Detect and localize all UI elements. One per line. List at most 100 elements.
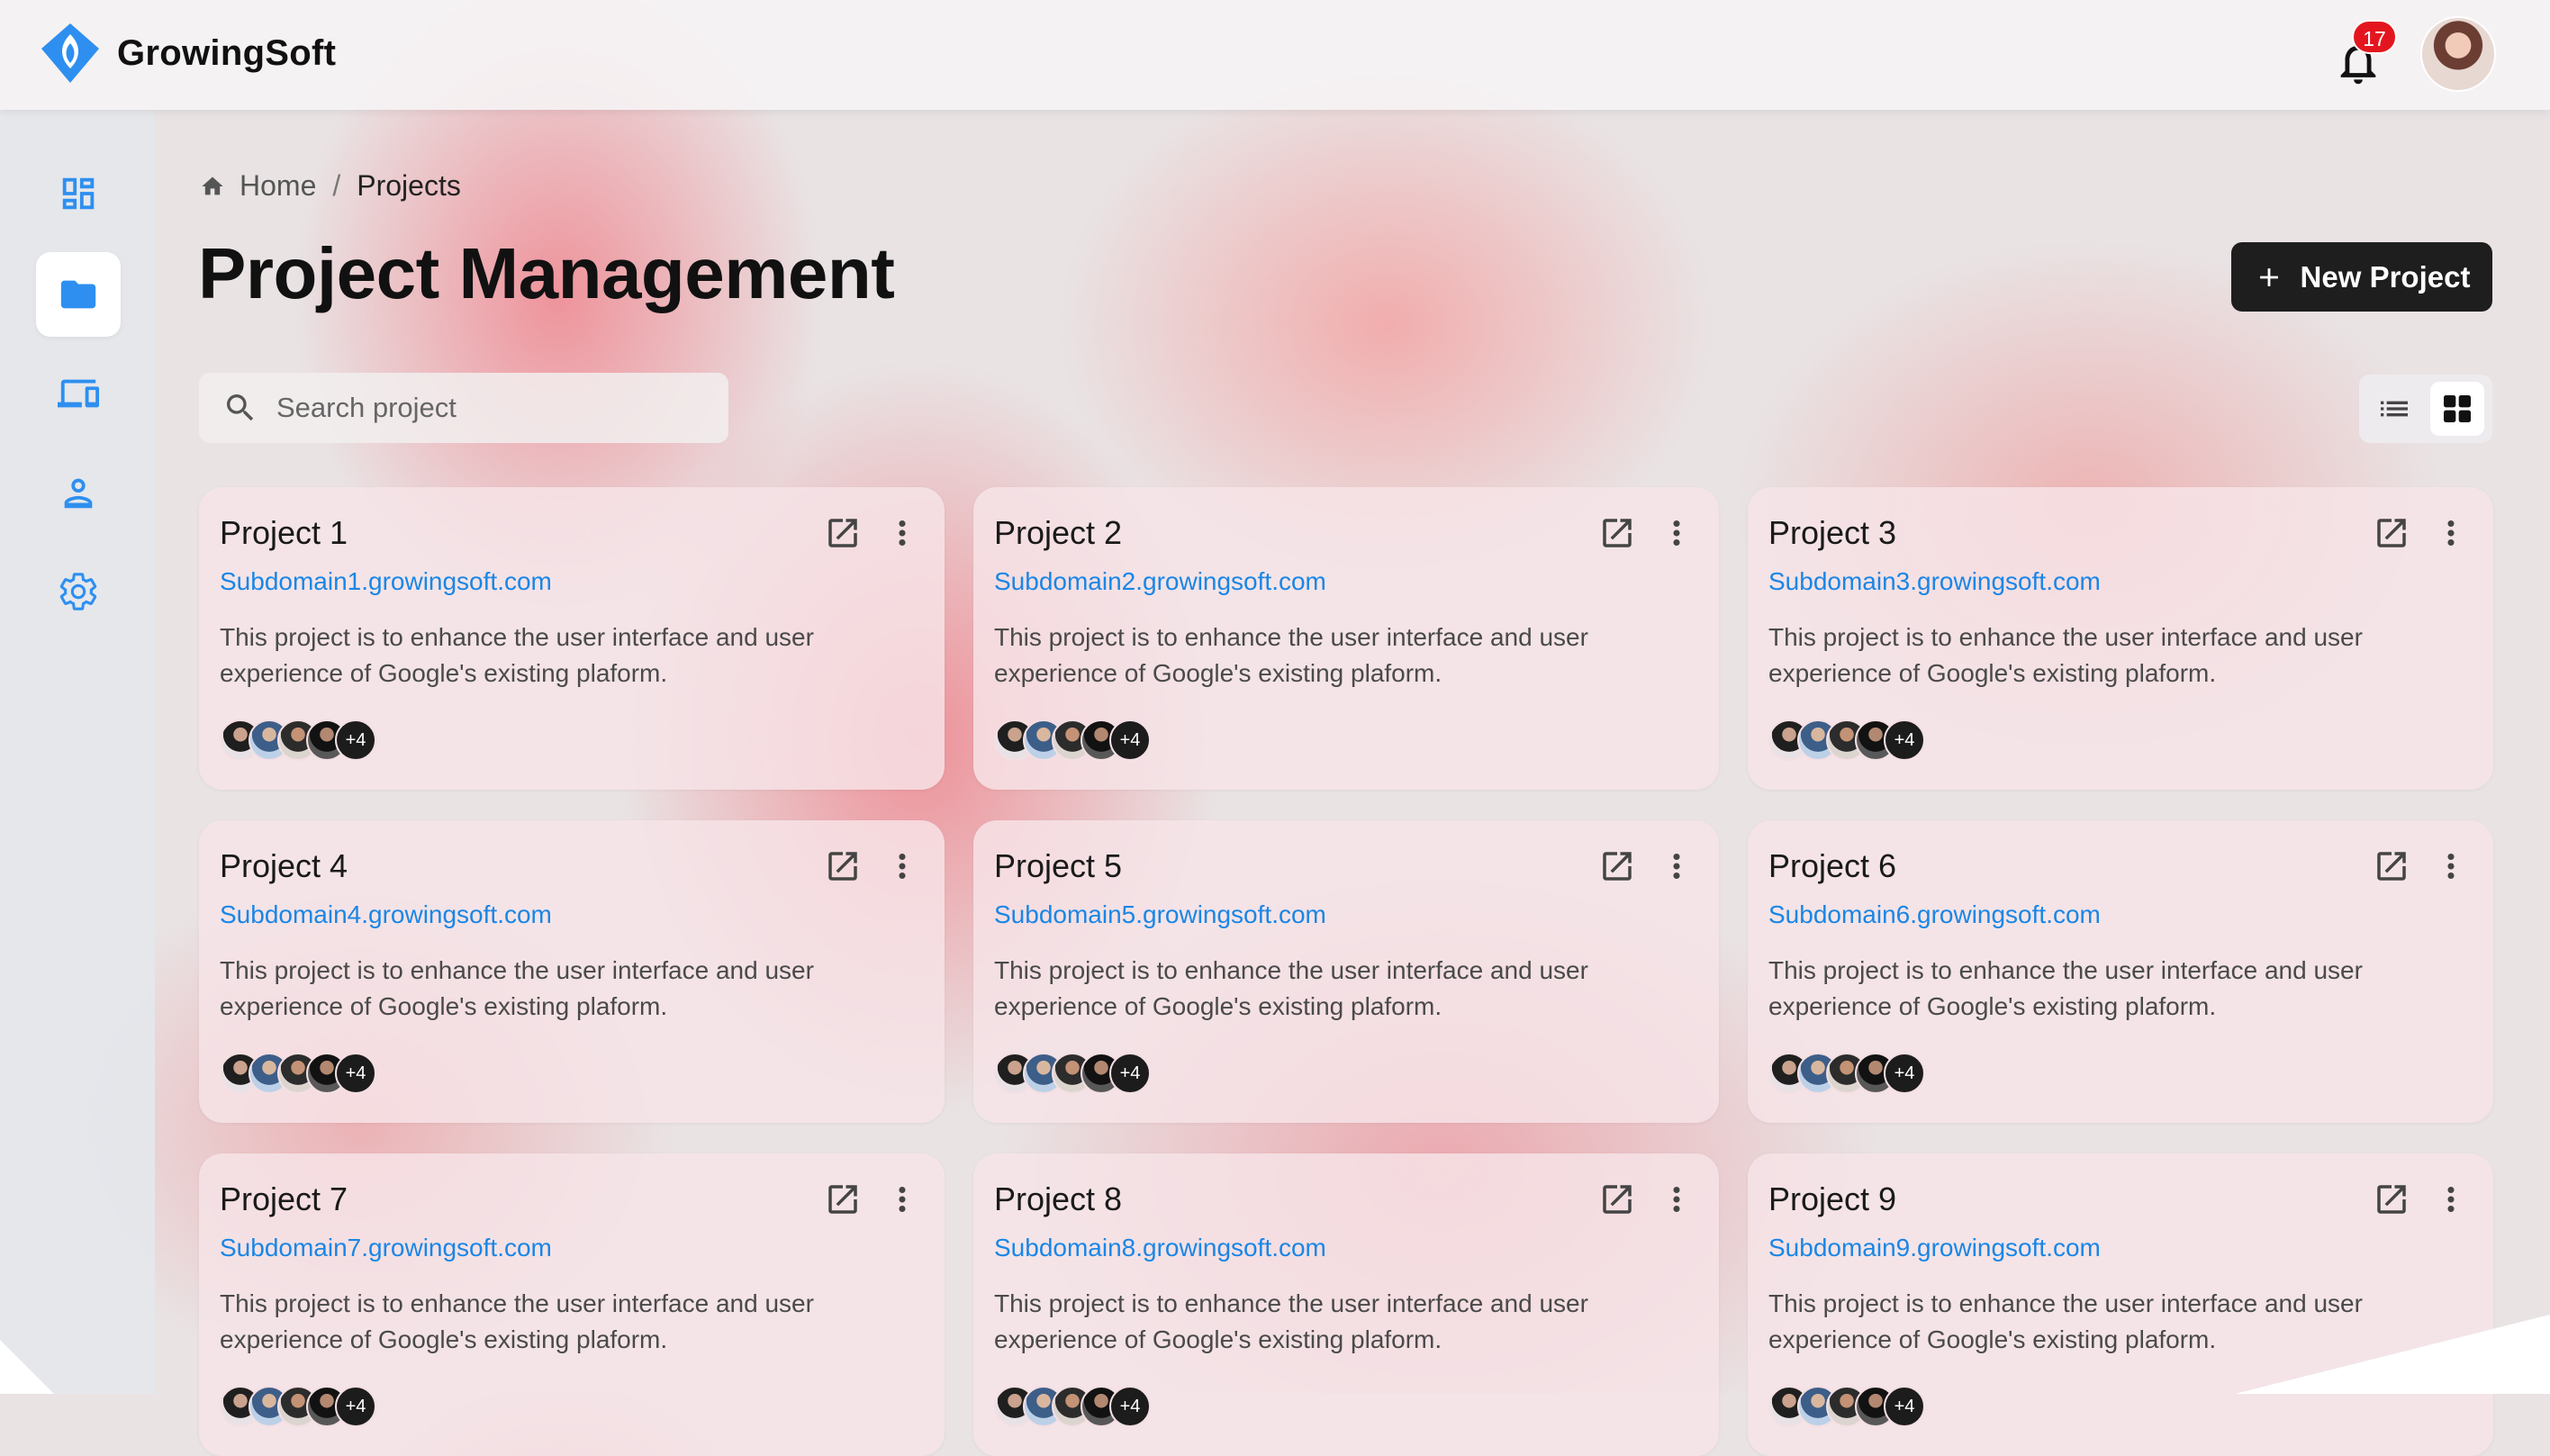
grid-view-button[interactable] xyxy=(2429,382,2484,436)
project-url-link[interactable]: Subdomain8.growingsoft.com xyxy=(994,1234,1326,1262)
member-avatars[interactable]: +4 xyxy=(1768,1386,1925,1427)
open-in-new-icon[interactable] xyxy=(2373,514,2410,552)
project-description: This project is to enhance the user inte… xyxy=(1768,956,2363,1020)
open-in-new-icon[interactable] xyxy=(2373,847,2410,885)
project-title: Project 9 xyxy=(1768,1180,1897,1217)
more-vert-icon[interactable] xyxy=(883,1180,921,1218)
project-card[interactable]: Project 8 Subdomain8.growingsoft.com Thi… xyxy=(973,1153,1719,1456)
sidebar-item-users[interactable] xyxy=(36,450,121,535)
project-url-link[interactable]: Subdomain2.growingsoft.com xyxy=(994,567,1326,596)
brand[interactable]: GrowingSoft xyxy=(40,22,336,85)
open-in-new-icon[interactable] xyxy=(824,847,862,885)
project-url-link[interactable]: Subdomain5.growingsoft.com xyxy=(994,900,1326,929)
more-members-count: +4 xyxy=(335,719,376,761)
devices-icon xyxy=(58,379,99,408)
open-in-new-icon[interactable] xyxy=(1598,514,1636,552)
open-in-new-icon[interactable] xyxy=(1598,847,1636,885)
growingsoft-logo-icon xyxy=(41,23,99,83)
project-title: Project 8 xyxy=(994,1180,1123,1217)
more-members-count: +4 xyxy=(1884,1053,1925,1094)
project-url-link[interactable]: Subdomain4.growingsoft.com xyxy=(220,900,552,929)
sidebar-item-projects[interactable] xyxy=(36,252,121,337)
open-in-new-icon[interactable] xyxy=(1598,1180,1636,1218)
member-avatars[interactable]: +4 xyxy=(1768,719,1925,761)
project-title: Project 4 xyxy=(220,847,348,884)
member-avatars[interactable]: +4 xyxy=(994,1053,1151,1094)
project-card[interactable]: Project 1 Subdomain1.growingsoft.com Thi… xyxy=(199,487,945,790)
user-icon xyxy=(64,478,93,509)
project-description: This project is to enhance the user inte… xyxy=(1768,623,2363,687)
breadcrumb-home[interactable]: Home xyxy=(240,169,316,203)
project-url-link[interactable]: Subdomain6.growingsoft.com xyxy=(1768,900,2101,929)
member-avatars[interactable]: +4 xyxy=(994,1386,1151,1427)
sidebar-item-devices[interactable] xyxy=(36,351,121,436)
member-avatars[interactable]: +4 xyxy=(220,1053,376,1094)
project-title: Project 7 xyxy=(220,1180,348,1217)
more-vert-icon[interactable] xyxy=(1658,1180,1695,1218)
new-project-button[interactable]: New Project xyxy=(2231,242,2492,312)
corner-decoration xyxy=(0,1340,54,1394)
more-vert-icon[interactable] xyxy=(883,514,921,552)
open-in-new-icon[interactable] xyxy=(824,1180,862,1218)
project-url-link[interactable]: Subdomain1.growingsoft.com xyxy=(220,567,552,596)
member-avatars[interactable]: +4 xyxy=(220,1386,376,1427)
more-vert-icon[interactable] xyxy=(2432,847,2470,885)
project-url-link[interactable]: Subdomain9.growingsoft.com xyxy=(1768,1234,2101,1262)
member-avatars[interactable]: +4 xyxy=(994,719,1151,761)
project-card[interactable]: Project 2 Subdomain2.growingsoft.com Thi… xyxy=(973,487,1719,790)
more-members-count: +4 xyxy=(1884,1386,1925,1427)
project-card[interactable]: Project 4 Subdomain4.growingsoft.com Thi… xyxy=(199,820,945,1123)
project-description: This project is to enhance the user inte… xyxy=(994,956,1588,1020)
top-bar: GrowingSoft 17 xyxy=(0,0,2550,110)
project-title: Project 5 xyxy=(994,847,1123,884)
user-avatar[interactable] xyxy=(2422,18,2494,90)
more-vert-icon[interactable] xyxy=(2432,1180,2470,1218)
more-members-count: +4 xyxy=(1109,1386,1151,1427)
project-card[interactable]: Project 3 Subdomain3.growingsoft.com Thi… xyxy=(1748,487,2493,790)
sidebar-item-dashboard[interactable] xyxy=(36,151,121,236)
project-url-link[interactable]: Subdomain7.growingsoft.com xyxy=(220,1234,552,1262)
project-description: This project is to enhance the user inte… xyxy=(220,956,814,1020)
more-members-count: +4 xyxy=(1109,719,1151,761)
sidebar-item-settings[interactable] xyxy=(36,549,121,634)
project-title: Project 3 xyxy=(1768,514,1897,551)
plus-icon xyxy=(2259,267,2278,286)
search-icon xyxy=(227,394,254,421)
more-vert-icon[interactable] xyxy=(883,847,921,885)
open-in-new-icon[interactable] xyxy=(824,514,862,552)
project-description: This project is to enhance the user inte… xyxy=(994,623,1588,687)
folder-icon xyxy=(60,280,96,309)
more-members-count: +4 xyxy=(335,1053,376,1094)
more-members-count: +4 xyxy=(1884,719,1925,761)
more-members-count: +4 xyxy=(335,1386,376,1427)
gear-icon xyxy=(59,573,97,610)
breadcrumb-current: Projects xyxy=(357,169,461,202)
project-url-link[interactable]: Subdomain3.growingsoft.com xyxy=(1768,567,2101,596)
more-members-count: +4 xyxy=(1109,1053,1151,1094)
list-icon xyxy=(2381,401,2409,417)
page-title: Project Management xyxy=(198,233,895,313)
more-vert-icon[interactable] xyxy=(1658,847,1695,885)
project-card[interactable]: Project 5 Subdomain5.growingsoft.com Thi… xyxy=(973,820,1719,1123)
member-avatars[interactable]: +4 xyxy=(220,719,376,761)
project-card[interactable]: Project 6 Subdomain6.growingsoft.com Thi… xyxy=(1748,820,2493,1123)
project-description: This project is to enhance the user inte… xyxy=(994,1289,1588,1353)
project-card[interactable]: Project 7 Subdomain7.growingsoft.com Thi… xyxy=(199,1153,945,1456)
breadcrumb-separator: / xyxy=(332,169,341,202)
list-view-button[interactable] xyxy=(2367,382,2421,436)
new-project-label: New Project xyxy=(2300,259,2471,294)
more-vert-icon[interactable] xyxy=(1658,514,1695,552)
home-icon xyxy=(202,176,223,194)
more-vert-icon[interactable] xyxy=(2432,514,2470,552)
member-avatars[interactable]: +4 xyxy=(1768,1053,1925,1094)
project-title: Project 2 xyxy=(994,514,1123,551)
project-description: This project is to enhance the user inte… xyxy=(220,623,814,687)
notification-count-badge: 17 xyxy=(2352,20,2397,54)
search-input[interactable] xyxy=(275,391,710,425)
project-title: Project 1 xyxy=(220,514,348,551)
project-card[interactable]: Project 9 Subdomain9.growingsoft.com Thi… xyxy=(1748,1153,2493,1456)
view-toggle xyxy=(2359,375,2492,443)
corner-decoration xyxy=(2235,1315,2550,1394)
open-in-new-icon[interactable] xyxy=(2373,1180,2410,1218)
search-box xyxy=(199,373,728,443)
